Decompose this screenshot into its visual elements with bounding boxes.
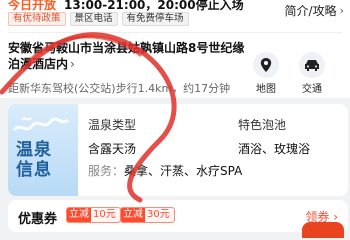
hot-spring-banner: 温泉信息 (8, 104, 78, 196)
spring-type-label: 温泉类型 (88, 118, 137, 132)
traffic-label: 交通 (302, 84, 322, 95)
map-pin-icon (253, 52, 279, 78)
special-pools-value: 酒浴、玫瑰浴 (238, 142, 311, 156)
chevron-right-icon: › (339, 4, 344, 17)
special-pools-label: 特色泡池 (238, 118, 287, 132)
coupon-card[interactable]: 优惠券 立减 10元 立减 30元 领券 › (8, 200, 348, 238)
intro-guide-link[interactable]: 简介/攻略 › (285, 2, 344, 19)
hot-spring-title: 温泉信息 (16, 140, 52, 180)
open-status: 今日开放 (8, 0, 57, 12)
car-icon (299, 52, 325, 78)
route-info: 距新华东驾校(公交站)步行1.4km，约17分钟 (8, 82, 231, 95)
map-button[interactable]: 地图 (246, 52, 286, 95)
scenic-info-card: 今日开放 13:00-21:00，20:00停止入场 简介/攻略 › 有优待政策… (0, 0, 350, 98)
map-label: 地图 (256, 84, 276, 95)
coupon-amount: 30元 (147, 209, 170, 220)
coupon-amount: 10元 (93, 209, 116, 220)
services-label: 服务： (88, 164, 125, 178)
tag-free-parking[interactable]: 有免费停车场 (121, 12, 189, 26)
coupon-title: 优惠券 (18, 212, 58, 227)
intro-guide-label: 简介/攻略 (284, 4, 337, 18)
coupon-prefix: 立减 (67, 208, 91, 222)
coupon-prefix: 立减 (121, 208, 145, 222)
opening-hours: 今日开放 13:00-21:00，20:00停止入场 (8, 0, 244, 12)
hot-spring-card[interactable]: 温泉信息 温泉类型 特色泡池 含露天汤 酒浴、玫瑰浴 服务：桑拿、汗蒸、水疗SP… (8, 104, 348, 196)
services-value: 桑拿、汗蒸、水疗SPA (124, 164, 243, 178)
tag-list: 有优待政策 景区电话 有免费停车场 (8, 12, 189, 26)
spring-type-value: 含露天汤 (88, 142, 137, 156)
hours-text: 13:00-21:00，20:00停止入场 (64, 0, 244, 12)
coupon-30[interactable]: 立减 30元 (120, 207, 175, 223)
coupon-10[interactable]: 立减 10元 (66, 207, 121, 223)
address-text: 安徽省马鞍山市当涂县姑孰镇山路8号世纪缘泊漫酒店内 (8, 41, 245, 71)
tag-discount-policy[interactable]: 有优待政策 (8, 12, 66, 26)
chevron-right-icon: › (70, 57, 75, 71)
address[interactable]: 安徽省马鞍山市当涂县姑孰镇山路8号世纪缘泊漫酒店内 › (8, 40, 248, 72)
services: 服务：桑拿、汗蒸、水疗SPA (88, 162, 242, 179)
tag-scenic-phone[interactable]: 景区电话 (69, 12, 118, 26)
traffic-button[interactable]: 交通 (292, 52, 332, 95)
divider (8, 32, 342, 33)
promo-corner-badge (302, 222, 344, 238)
wave-icon (12, 117, 70, 132)
